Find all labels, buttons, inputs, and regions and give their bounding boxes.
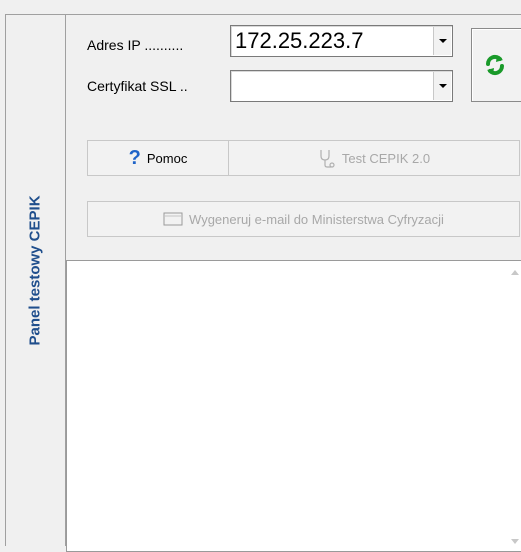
ip-label: Adres IP .......... [87, 37, 184, 53]
generate-email-button[interactable]: Wygeneruj e-mail do Ministerstwa Cyfryza… [87, 201, 520, 237]
generate-email-button-label: Wygeneruj e-mail do Ministerstwa Cyfryza… [189, 211, 444, 227]
help-button[interactable]: ? Pomoc [87, 140, 229, 176]
ssl-combobox[interactable] [230, 70, 453, 102]
chevron-down-icon [438, 84, 447, 88]
chevron-down-icon [438, 39, 447, 43]
sidebar-panel: Panel testowy CEPIK [5, 14, 66, 546]
main-panel: Adres IP .......... 172.25.223.7 Certyfi… [66, 14, 521, 552]
refresh-button[interactable] [471, 28, 521, 102]
scroll-down-arrow[interactable] [508, 535, 521, 549]
refresh-icon [485, 54, 505, 76]
ip-value: 172.25.223.7 [235, 28, 364, 53]
help-button-label: Pomoc [146, 150, 188, 166]
stethoscope-icon [320, 150, 335, 168]
ssl-label: Certyfikat SSL .. [87, 78, 188, 94]
scroll-up-arrow[interactable] [508, 265, 521, 279]
chevron-up-icon [511, 270, 519, 275]
log-textarea[interactable] [66, 260, 521, 552]
chevron-down-icon [511, 539, 519, 544]
sidebar-title: Panel testowy CEPIK [27, 194, 45, 346]
ssl-dropdown-button[interactable] [433, 72, 451, 100]
sidebar-title-wrap: Panel testowy CEPIK [6, 125, 65, 415]
envelope-icon [163, 212, 183, 226]
ip-dropdown-button[interactable] [433, 27, 451, 55]
test-cepik-button-label: Test CEPIK 2.0 [341, 150, 431, 166]
test-cepik-button[interactable]: Test CEPIK 2.0 [228, 140, 520, 176]
ip-combobox[interactable]: 172.25.223.7 [230, 25, 453, 57]
question-mark-icon: ? [128, 147, 141, 169]
